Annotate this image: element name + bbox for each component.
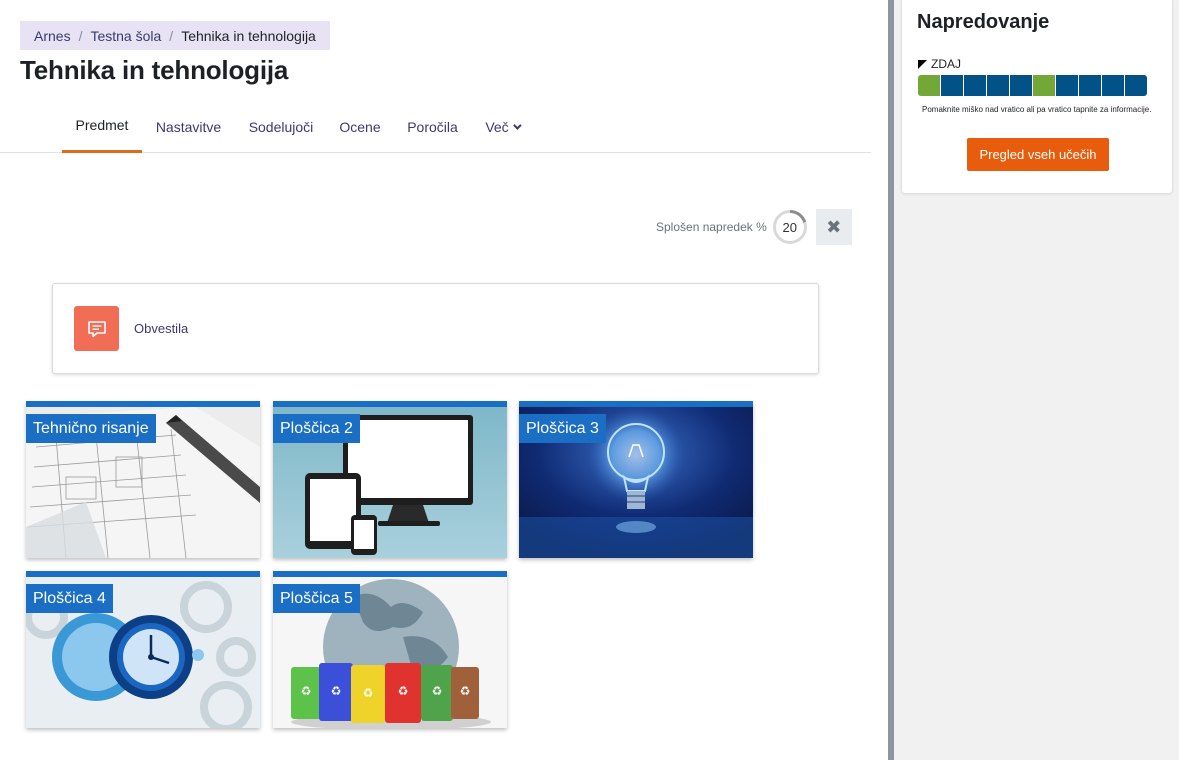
tab-label: Nastavitve <box>155 118 222 135</box>
breadcrumb-item-school[interactable]: Testna šola <box>90 28 161 44</box>
course-main: Arnes / Testna šola / Tehnika in tehnolo… <box>0 0 888 760</box>
block-title: Napredovanje <box>917 11 1050 33</box>
breadcrumb-item-course[interactable]: Tehnika in tehnologija <box>181 28 316 44</box>
tile-tehnicno-risanje[interactable]: Tehnično risanje <box>26 401 260 558</box>
breadcrumb: Arnes / Testna šola / Tehnika in tehnolo… <box>20 21 330 50</box>
svg-text:♻: ♻ <box>363 686 374 700</box>
block-drawer: Napredovanje ZDAJ Pomaknite miško nad vr… <box>894 0 1179 760</box>
tile-ploscica-2[interactable]: Ploščica 2 <box>273 401 507 558</box>
tile-ploscica-3[interactable]: Ploščica 3 <box>519 401 753 558</box>
tile-ploscica-5[interactable]: ♻ ♻ ♻ ♻ ♻ ♻ Ploščica 5 <box>273 571 507 728</box>
close-icon[interactable]: ✖ <box>815 209 852 245</box>
progress-cell[interactable] <box>1079 75 1101 96</box>
progress-ring: 20 <box>772 209 808 245</box>
announcements-card[interactable]: Obvestila <box>52 283 819 374</box>
tab-label: Več <box>485 118 509 135</box>
progress-block: Napredovanje ZDAJ Pomaknite miško nad vr… <box>901 0 1173 194</box>
tile-label: Ploščica 5 <box>273 584 360 613</box>
overall-progress: Splošen napredek % 20 ✖ <box>656 208 852 246</box>
progress-cell[interactable] <box>964 75 986 96</box>
progress-label: Splošen napredek % <box>656 220 767 234</box>
tile-label: Ploščica 4 <box>26 584 113 613</box>
forum-icon <box>74 306 119 351</box>
progress-cell[interactable] <box>987 75 1009 96</box>
svg-text:♻: ♻ <box>432 684 443 698</box>
progress-cell[interactable] <box>918 75 940 96</box>
breadcrumb-separator: / <box>169 27 174 44</box>
overview-all-students-button[interactable]: Pregled vseh učečih <box>967 138 1109 171</box>
forum-icon-glyph <box>87 320 106 337</box>
tab-label: Poročila <box>407 118 458 135</box>
progress-cell[interactable] <box>1102 75 1124 96</box>
progress-cell[interactable] <box>1010 75 1032 96</box>
progress-cell[interactable] <box>1033 75 1055 96</box>
tile-label: Ploščica 2 <box>273 414 360 443</box>
chevron-down-icon <box>512 120 522 130</box>
svg-text:♻: ♻ <box>331 684 342 698</box>
page-title: Tehnika in tehnologija <box>20 55 289 85</box>
breadcrumb-separator: / <box>78 27 83 44</box>
svg-text:♻: ♻ <box>460 684 471 698</box>
tab-label: Predmet <box>75 117 129 133</box>
progress-cell[interactable] <box>1125 75 1147 96</box>
breadcrumb-item-arnes[interactable]: Arnes <box>34 28 71 44</box>
tab-nastavitve[interactable]: Nastavitve <box>148 100 229 153</box>
tab-predmet[interactable]: Predmet <box>62 100 142 153</box>
progress-cell[interactable] <box>1056 75 1078 96</box>
progress-value: 20 <box>782 219 797 235</box>
svg-text:♻: ♻ <box>398 684 409 698</box>
progress-hint: Pomaknite miško nad vratico ali pa vrati… <box>922 105 1152 114</box>
progress-cell[interactable] <box>941 75 963 96</box>
tab-vec[interactable]: Več <box>478 100 526 153</box>
tab-label: Ocene <box>339 118 381 135</box>
tab-sodelujoci[interactable]: Sodelujoči <box>241 100 321 153</box>
tab-label: Sodelujoči <box>248 118 314 135</box>
tab-porocila[interactable]: Poročila <box>400 100 465 153</box>
course-tabs: Predmet Nastavitve Sodelujoči Ocene Poro… <box>0 100 871 153</box>
tab-ocene[interactable]: Ocene <box>333 100 387 153</box>
announcements-link[interactable]: Obvestila <box>134 321 188 336</box>
now-label: ZDAJ <box>931 57 961 71</box>
now-indicator-icon <box>918 59 927 69</box>
tile-label: Ploščica 3 <box>519 414 606 443</box>
tile-ploscica-4[interactable]: Ploščica 4 <box>26 571 260 728</box>
tile-label: Tehnično risanje <box>26 414 156 443</box>
svg-text:♻: ♻ <box>301 684 312 698</box>
now-marker: ZDAJ <box>918 57 961 71</box>
progress-cells <box>918 75 1147 96</box>
